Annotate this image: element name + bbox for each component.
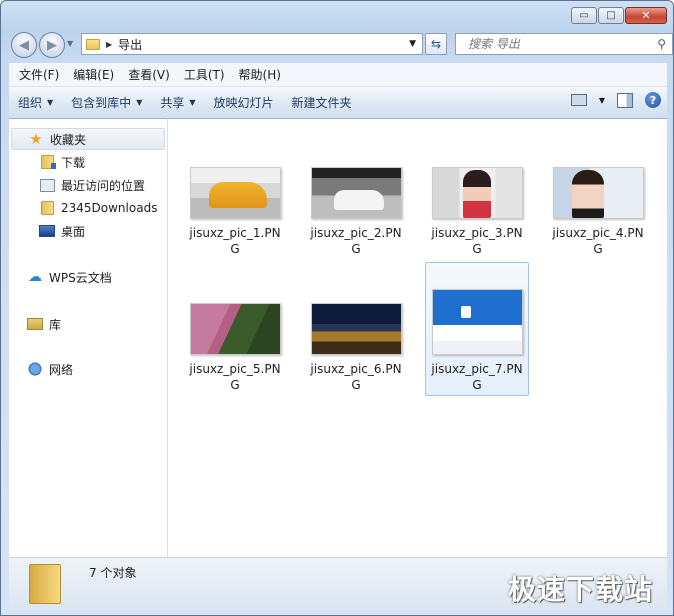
maximize-button[interactable]: □ — [598, 7, 624, 24]
image-thumbnail — [189, 167, 281, 219]
include-label: 包含到库中 — [71, 96, 132, 110]
folder-icon — [86, 38, 100, 50]
slideshow-label: 放映幻灯片 — [213, 96, 274, 110]
watermark-text: 极速下载站 — [507, 573, 653, 606]
menu-edit[interactable]: 编辑(E) — [73, 66, 114, 83]
new-folder-label: 新建文件夹 — [291, 96, 352, 110]
view-controls: ▼ ? — [570, 92, 661, 108]
menu-file[interactable]: 文件(F) — [19, 66, 59, 83]
chevron-down-icon: ▼ — [189, 98, 196, 107]
star-icon: ★ — [29, 130, 43, 148]
image-thumbnail — [189, 303, 281, 355]
file-item[interactable]: jisuxz_pic_6.PNG — [304, 298, 408, 432]
address-bar[interactable]: ▶ 导出 ▼ — [81, 33, 423, 55]
file-name: jisuxz_pic_2.PNG — [310, 226, 402, 256]
search-icon[interactable]: ⚲ — [657, 37, 666, 51]
details-pane: 7 个对象 极速下载站 — [9, 557, 667, 610]
close-icon: ✕ — [641, 9, 651, 22]
organize-label: 组织 — [18, 96, 43, 110]
back-arrow-icon: ◀ — [19, 37, 29, 53]
chevron-down-icon: ▼ — [136, 98, 143, 107]
folder-icon — [29, 564, 61, 604]
menu-help[interactable]: 帮助(H) — [239, 66, 281, 83]
file-name: jisuxz_pic_6.PNG — [310, 362, 402, 392]
menu-view[interactable]: 查看(V) — [128, 66, 170, 83]
network-icon — [27, 362, 43, 376]
search-box[interactable]: ⚲ — [455, 33, 673, 55]
sidebar-item-label: 下载 — [61, 155, 86, 170]
breadcrumb-chevron-icon[interactable]: ▶ — [106, 40, 112, 49]
library-icon — [27, 317, 43, 331]
sidebar-item-desktop[interactable]: 桌面 — [39, 220, 85, 242]
address-dropdown-icon[interactable]: ▼ — [409, 39, 416, 49]
view-dropdown-icon[interactable]: ▼ — [599, 96, 605, 105]
file-item[interactable]: jisuxz_pic_2.PNG — [304, 162, 408, 296]
sidebar-item-label: 网络 — [49, 362, 74, 377]
sidebar-item-label: 桌面 — [61, 224, 86, 239]
explorer-window: ▭ □ ✕ ◀ ▶ ▼ ▶ 导出 ▼ ⇆ ⚲ 文件(F) 编辑(E) 查看(V)… — [0, 0, 674, 616]
minimize-icon: ▭ — [579, 9, 589, 21]
image-thumbnail — [431, 167, 523, 219]
file-list: jisuxz_pic_1.PNG jisuxz_pic_2.PNG jisuxz… — [168, 119, 667, 557]
new-folder-button[interactable]: 新建文件夹 — [283, 94, 361, 111]
command-bar: 组织 ▼ 包含到库中 ▼ 共享 ▼ 放映幻灯片 新建文件夹 ▼ ? — [9, 87, 667, 119]
sidebar-item-network[interactable]: 网络 — [27, 358, 73, 380]
sidebar-item-label: 2345Downloads — [61, 201, 158, 215]
folder-icon — [39, 201, 55, 215]
breadcrumb-current[interactable]: 导出 — [118, 36, 142, 53]
sidebar-item-2345downloads[interactable]: 2345Downloads — [39, 197, 157, 219]
desktop-icon — [39, 224, 55, 238]
change-view-icon[interactable] — [570, 94, 587, 106]
file-name: jisuxz_pic_5.PNG — [189, 362, 281, 392]
chevron-down-icon: ▼ — [47, 98, 54, 107]
search-input[interactable] — [466, 36, 650, 52]
back-button[interactable]: ◀ — [11, 32, 37, 58]
maximize-icon: □ — [606, 9, 616, 21]
image-thumbnail — [431, 289, 523, 355]
image-thumbnail — [310, 167, 402, 219]
menu-tools[interactable]: 工具(T) — [184, 66, 225, 83]
minimize-button[interactable]: ▭ — [571, 7, 597, 24]
window-controls: ▭ □ ✕ — [571, 7, 667, 24]
navigation-bar: ◀ ▶ ▼ ▶ 导出 ▼ ⇆ ⚲ — [9, 31, 673, 59]
organize-button[interactable]: 组织 ▼ — [9, 94, 62, 111]
file-name: jisuxz_pic_4.PNG — [552, 226, 644, 256]
forward-arrow-icon: ▶ — [47, 37, 57, 53]
help-icon[interactable]: ? — [645, 92, 661, 108]
recent-pages-dropdown[interactable]: ▼ — [67, 39, 73, 48]
downloads-folder-icon — [39, 155, 56, 169]
slideshow-button[interactable]: 放映幻灯片 — [205, 94, 283, 111]
recent-places-icon — [39, 178, 55, 192]
sidebar-item-downloads[interactable]: 下载 — [39, 151, 85, 173]
include-in-library-button[interactable]: 包含到库中 ▼ — [62, 94, 151, 111]
item-count: 7 个对象 — [89, 566, 137, 580]
file-name: jisuxz_pic_7.PNG — [431, 362, 523, 392]
sidebar-item-label: 收藏夹 — [50, 132, 87, 147]
forward-button[interactable]: ▶ — [39, 32, 65, 58]
sidebar-item-recent[interactable]: 最近访问的位置 — [39, 174, 145, 196]
preview-pane-icon[interactable] — [617, 92, 633, 108]
close-button[interactable]: ✕ — [625, 7, 667, 24]
file-item[interactable]: jisuxz_pic_1.PNG — [183, 162, 287, 296]
file-item[interactable]: jisuxz_pic_4.PNG — [546, 162, 650, 296]
sidebar-item-label: WPS云文档 — [49, 270, 112, 285]
sidebar-item-wps-cloud[interactable]: ☁ WPS云文档 — [27, 266, 112, 288]
navigation-pane: ★ 收藏夹 下载 最近访问的位置 2345Downloads 桌面 ☁ WPS云… — [9, 119, 168, 557]
image-thumbnail — [310, 303, 402, 355]
file-name: jisuxz_pic_1.PNG — [189, 226, 281, 256]
refresh-icon: ⇆ — [430, 37, 442, 51]
sidebar-item-label: 最近访问的位置 — [61, 178, 146, 193]
sidebar-item-favorites[interactable]: ★ 收藏夹 — [11, 128, 165, 150]
refresh-button[interactable]: ⇆ — [425, 33, 447, 55]
share-button[interactable]: 共享 ▼ — [151, 94, 204, 111]
cloud-icon: ☁ — [28, 269, 42, 285]
file-name: jisuxz_pic_3.PNG — [431, 226, 523, 256]
sidebar-item-libraries[interactable]: 库 — [27, 313, 61, 335]
menu-bar: 文件(F) 编辑(E) 查看(V) 工具(T) 帮助(H) — [9, 63, 667, 87]
file-item-selected[interactable]: jisuxz_pic_7.PNG — [425, 262, 529, 396]
image-thumbnail — [552, 167, 644, 219]
sidebar-item-label: 库 — [49, 317, 62, 332]
file-item[interactable]: jisuxz_pic_5.PNG — [183, 298, 287, 432]
share-label: 共享 — [160, 96, 185, 110]
